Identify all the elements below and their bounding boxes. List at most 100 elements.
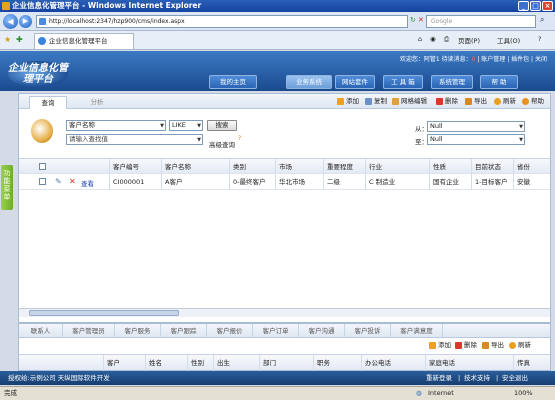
close-button[interactable]: × — [542, 1, 553, 11]
column-header[interactable]: 客户名称 — [161, 159, 229, 175]
search-input[interactable]: Google — [426, 15, 536, 28]
tab-customer-service[interactable]: 客户服务 — [115, 324, 161, 338]
column-header[interactable]: 客户 — [103, 355, 145, 371]
export-button[interactable]: 导出 — [465, 97, 487, 106]
account-link[interactable]: 账户管理 — [481, 56, 505, 63]
field-select[interactable]: 客户名称 ▼ — [66, 120, 166, 131]
column-header[interactable]: 类别 — [229, 159, 275, 175]
from-select[interactable]: Null ▼ — [427, 121, 525, 132]
nav-help[interactable]: 帮 助 — [480, 75, 518, 89]
column-header[interactable]: 家庭电话 — [425, 355, 513, 371]
app-logo: 企业信息化管理平台 — [8, 61, 68, 87]
column-header[interactable]: 传真 — [513, 355, 550, 371]
delete-button[interactable]: 删除 — [436, 97, 458, 106]
app-header: 企业信息化管理平台 欢迎您：阿管1 待读消息：0 | 账户管理 | 插件包 | … — [0, 51, 555, 91]
add-button[interactable]: 添加 — [337, 97, 359, 106]
column-header[interactable]: 姓名 — [145, 355, 187, 371]
tab-query[interactable]: 查询 — [29, 96, 67, 109]
maximize-button[interactable]: □ — [530, 1, 541, 11]
operator-select[interactable]: LIKE ▼ — [169, 120, 203, 131]
tab-customer-complaint[interactable]: 客户投诉 — [345, 324, 391, 338]
stop-icon[interactable]: ✕ — [418, 16, 424, 24]
chevron-down-icon: ▼ — [197, 123, 201, 129]
support-link[interactable]: 技术支持 — [464, 371, 490, 385]
nav-system[interactable]: 系统管理 — [431, 75, 473, 89]
favorites-star-icon[interactable]: ★ — [4, 35, 11, 44]
ie-tab-icon — [38, 37, 46, 45]
tab-analysis[interactable]: 分析 — [79, 96, 115, 109]
sub-tabs: 查询 分析 添加 复制 网格编辑 删除 导出 刷新 帮助 — [19, 94, 550, 109]
column-header[interactable]: 行业 — [365, 159, 429, 175]
nav-business[interactable]: 业务系统 — [286, 75, 332, 89]
search-icon[interactable]: ⌕ — [540, 15, 544, 25]
refresh-button[interactable]: 刷新 — [494, 97, 516, 106]
delete-x-icon[interactable]: ✕ — [69, 177, 76, 186]
row-checkbox[interactable] — [39, 178, 46, 185]
column-header[interactable]: 职务 — [313, 355, 361, 371]
message-count[interactable]: 0 — [472, 56, 476, 63]
function-menu-tab[interactable]: 功能菜单 — [1, 165, 13, 210]
tab-customer-satisfaction[interactable]: 客户满意度 — [391, 324, 443, 338]
nav-toolbox[interactable]: 工 具 箱 — [383, 75, 423, 89]
browser-tab[interactable]: 企业信息化管理平台 — [34, 33, 134, 49]
edit-pencil-icon[interactable]: ✎ — [55, 177, 62, 186]
tab-customer-order[interactable]: 客户订单 — [253, 324, 299, 338]
column-header[interactable]: 性别 — [187, 355, 213, 371]
table-row[interactable]: ✎ ✕ 查看 CI000001 A客户 0-最终客户 华北市场 二级 C 制造业… — [19, 174, 550, 190]
close-link[interactable]: 关闭 — [535, 56, 547, 63]
column-header[interactable]: 目前状态 — [471, 159, 513, 175]
refresh-icon[interactable]: ↻ — [410, 16, 416, 24]
plugin-link[interactable]: 插件包 — [511, 56, 529, 63]
cell-province: 安徽 — [513, 174, 550, 190]
chevron-down-icon: ▼ — [160, 123, 164, 129]
feeds-icon[interactable]: ◉ — [430, 35, 436, 43]
tab-customer-admin[interactable]: 客户管理员 — [63, 324, 115, 338]
nav-my-home[interactable]: 我的主页 — [209, 75, 257, 89]
forward-button[interactable]: ▶ — [19, 15, 32, 28]
detail-delete-button[interactable]: 删除 — [455, 341, 477, 350]
column-header[interactable]: 出生 — [213, 355, 259, 371]
search-value-input[interactable]: 请输入查找值 ▼ — [66, 134, 203, 145]
tools-menu[interactable]: 工具(O) — [497, 35, 520, 45]
column-header[interactable]: 省份 — [513, 159, 550, 175]
copy-icon — [365, 98, 372, 105]
column-header[interactable]: 部门 — [259, 355, 313, 371]
tab-customer-communication[interactable]: 客户沟通 — [299, 324, 345, 338]
copy-button[interactable]: 复制 — [365, 97, 387, 106]
print-icon[interactable]: ⎙ — [444, 35, 449, 44]
help-icon — [522, 98, 529, 105]
tab-contacts[interactable]: 联系人 — [19, 324, 63, 338]
to-select[interactable]: Null ▼ — [427, 134, 525, 145]
address-bar[interactable]: http://localhost:2347/hzp900/cms/index.a… — [36, 15, 408, 28]
view-link[interactable]: 查看 — [81, 178, 94, 188]
help-button[interactable]: 帮助 — [522, 97, 544, 106]
detail-add-button[interactable]: 添加 — [429, 341, 451, 350]
select-all-checkbox[interactable] — [39, 163, 46, 170]
column-header[interactable]: 办公电话 — [361, 355, 425, 371]
export-icon — [465, 98, 472, 105]
column-header[interactable]: 重要程度 — [323, 159, 365, 175]
help-icon[interactable]: ? — [538, 35, 541, 43]
search-button[interactable]: 搜索 — [207, 120, 237, 131]
grid-edit-button[interactable]: 网格编辑 — [392, 97, 427, 106]
back-button[interactable]: ◀ — [3, 14, 18, 29]
advanced-query-link[interactable]: 高级查询 — [209, 139, 235, 149]
column-header[interactable]: 性质 — [429, 159, 471, 175]
relogin-link[interactable]: 重新登录 — [426, 371, 452, 385]
column-header[interactable]: 客户编号 — [109, 159, 169, 175]
minimize-button[interactable]: _ — [518, 1, 529, 11]
detail-export-button[interactable]: 导出 — [482, 341, 504, 350]
logout-link[interactable]: 安全退出 — [502, 371, 528, 385]
scrollbar-thumb[interactable] — [29, 310, 179, 316]
tab-customer-tracking[interactable]: 客户跟踪 — [161, 324, 207, 338]
advanced-help-icon[interactable]: ? — [238, 135, 241, 142]
page-menu[interactable]: 页面(P) — [458, 35, 480, 45]
detail-refresh-button[interactable]: 刷新 — [509, 341, 531, 350]
home-icon[interactable]: ⌂ — [418, 35, 422, 43]
horizontal-scrollbar[interactable] — [19, 308, 550, 317]
column-header[interactable]: 市场 — [275, 159, 323, 175]
nav-website[interactable]: 网站套件 — [335, 75, 375, 89]
add-favorites-icon[interactable]: ✚ — [16, 35, 23, 44]
tab-customer-quote[interactable]: 客户报价 — [207, 324, 253, 338]
zoom-level[interactable]: 100% — [514, 387, 533, 400]
